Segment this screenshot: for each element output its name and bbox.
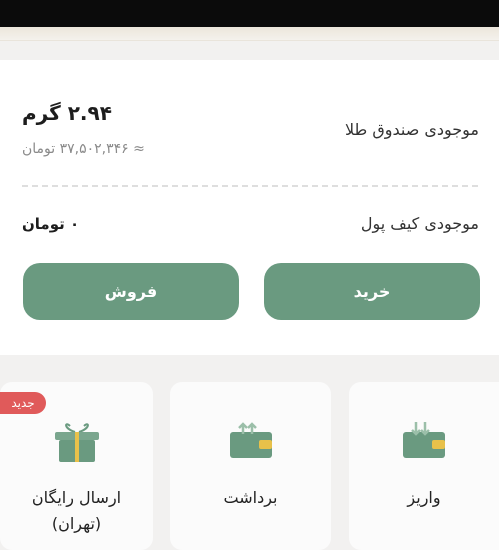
wallet-withdraw-icon — [228, 420, 274, 464]
gold-toman-value: ≈ ۳۷,۵۰۲,۳۴۶ تومان — [22, 141, 145, 157]
gift-icon — [53, 420, 101, 468]
wallet-label: موجودی کیف پول — [360, 214, 479, 233]
status-bar — [0, 0, 499, 27]
withdraw-label: برداشت — [223, 488, 278, 507]
deposit-tile[interactable]: واریز — [349, 382, 499, 550]
deposit-label: واریز — [407, 488, 441, 507]
divider — [22, 185, 478, 187]
new-badge: جدید — [0, 392, 46, 414]
free-delivery-label: ارسال رایگان (تهران) — [31, 488, 122, 533]
gold-fund-label: موجودی صندوق طلا — [344, 120, 479, 139]
wallet-amount: ۰ تومان — [22, 215, 80, 233]
header-strip — [0, 27, 499, 41]
buy-button[interactable]: خرید — [264, 263, 480, 320]
sell-button[interactable]: فروش — [23, 263, 239, 320]
gold-amount: ۲.۹۴ گرم — [22, 101, 112, 125]
wallet-deposit-icon — [401, 420, 447, 464]
withdraw-tile[interactable]: برداشت — [170, 382, 331, 550]
